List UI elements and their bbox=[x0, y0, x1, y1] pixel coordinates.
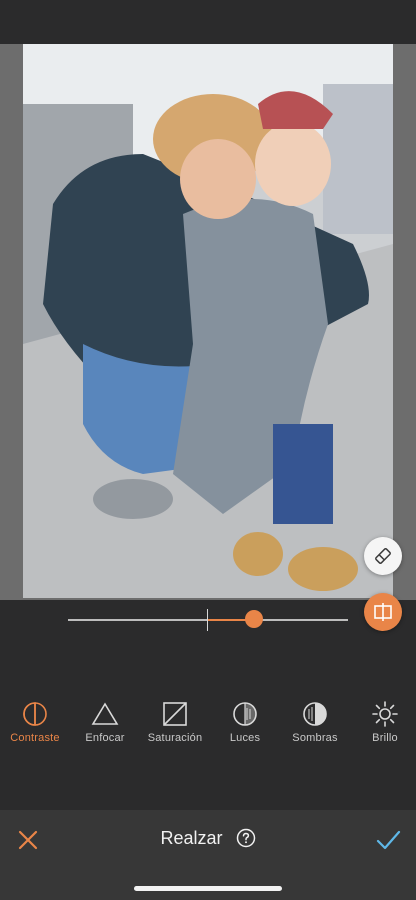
sharpen-triangle-icon bbox=[91, 702, 119, 725]
screen-title: Realzar bbox=[160, 827, 223, 848]
tool-label: Sombras bbox=[292, 732, 338, 744]
help-icon[interactable] bbox=[236, 828, 256, 848]
photo-canvas bbox=[0, 44, 416, 631]
tool-label: Enfocar bbox=[85, 732, 125, 744]
tool-label: Contraste bbox=[10, 732, 60, 744]
edited-photo bbox=[23, 44, 393, 598]
saturation-icon bbox=[163, 702, 187, 726]
tool-label: Saturación bbox=[147, 732, 203, 744]
screen-title-group: Realzar bbox=[0, 827, 416, 849]
adjustment-tools: Contraste Enfocar Saturación Luces Sombr… bbox=[0, 700, 416, 750]
slider-knob[interactable] bbox=[245, 610, 264, 628]
home-indicator bbox=[134, 886, 282, 891]
tool-saturacion[interactable]: Saturación bbox=[140, 700, 210, 744]
tool-brillo[interactable]: Brillo bbox=[350, 700, 416, 744]
tool-luces[interactable]: Luces bbox=[210, 700, 280, 744]
tool-label: Brillo bbox=[372, 732, 398, 744]
confirm-button[interactable] bbox=[374, 826, 402, 854]
tool-sombras[interactable]: Sombras bbox=[280, 700, 350, 744]
eraser-icon bbox=[375, 548, 391, 564]
highlights-icon bbox=[233, 702, 257, 726]
checkmark-icon bbox=[376, 830, 401, 850]
tool-contraste[interactable]: Contraste bbox=[0, 700, 70, 744]
tool-enfocar[interactable]: Enfocar bbox=[70, 700, 140, 744]
intensity-slider[interactable] bbox=[0, 600, 416, 640]
slider-center-mark bbox=[207, 609, 208, 631]
top-status-area bbox=[0, 0, 416, 44]
bottom-action-bar: Realzar bbox=[0, 810, 416, 900]
tool-label: Luces bbox=[229, 732, 261, 744]
brightness-sun-icon bbox=[372, 701, 398, 727]
eraser-button[interactable] bbox=[364, 537, 402, 575]
shadows-icon bbox=[303, 702, 327, 726]
contrast-icon bbox=[23, 702, 47, 726]
